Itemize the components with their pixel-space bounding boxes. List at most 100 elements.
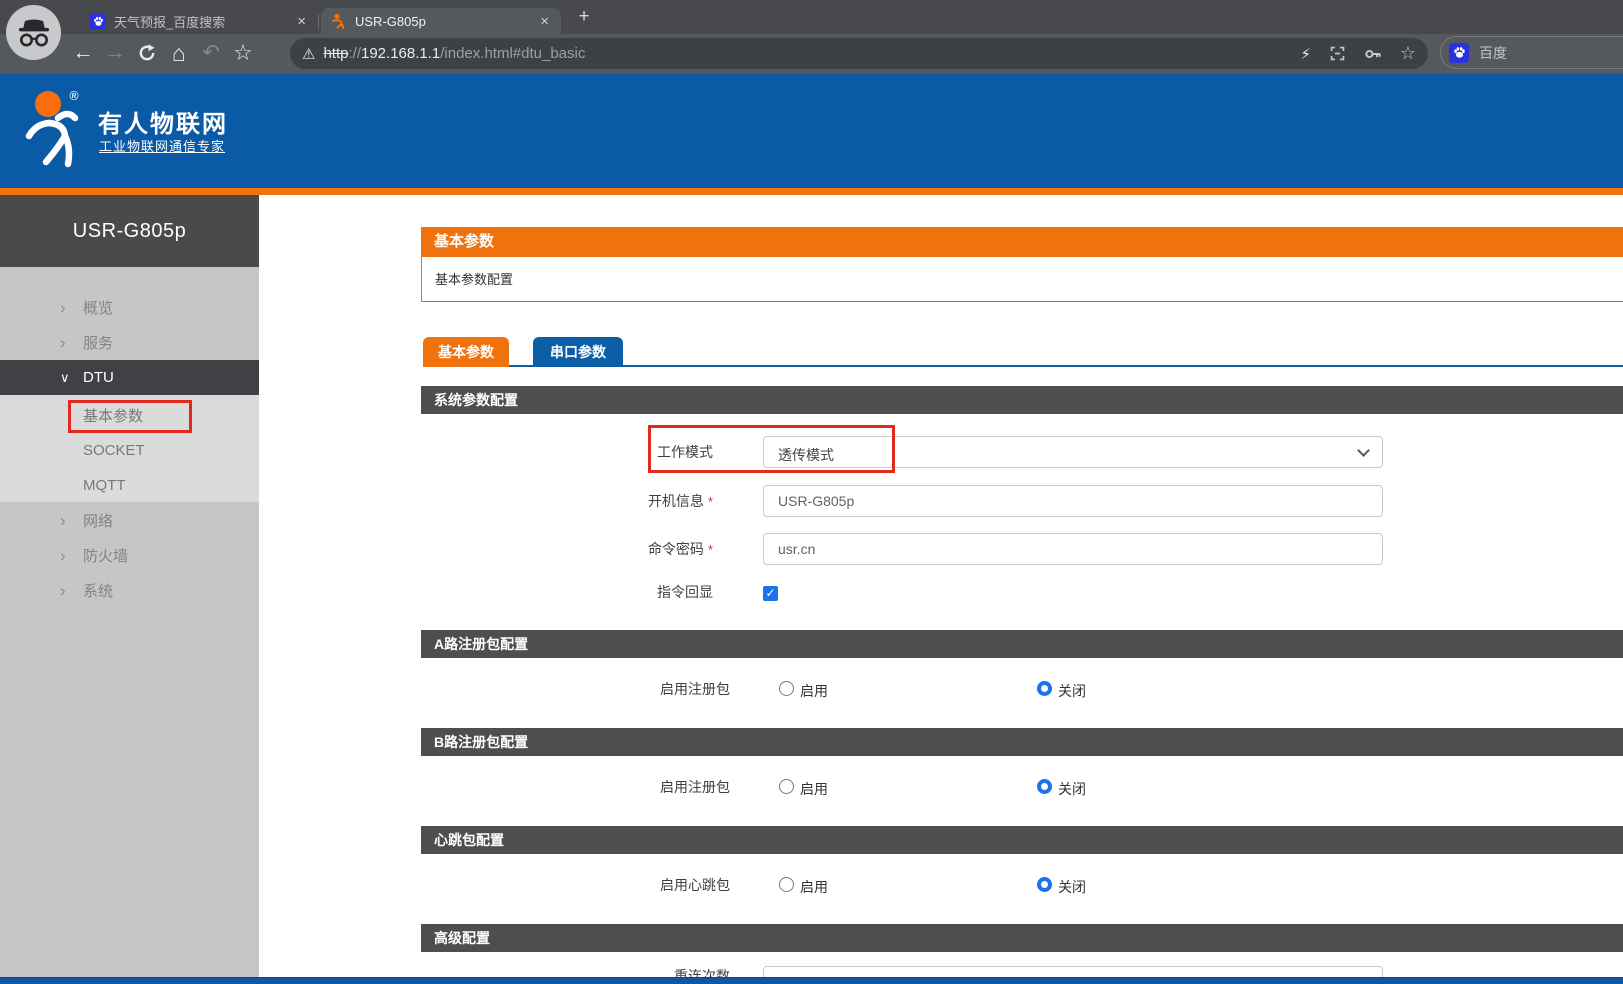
sidebar-item-overview[interactable]: › 概览 xyxy=(0,290,259,325)
boot-info-label: 开机信息 * xyxy=(559,485,713,517)
registered-mark: ® xyxy=(68,89,80,103)
chevron-right-icon: › xyxy=(60,512,76,529)
sidebar-item-dtu[interactable]: ∨ DTU xyxy=(0,360,259,395)
echo-checkbox[interactable]: ✓ xyxy=(763,586,778,601)
baidu-icon xyxy=(1449,43,1469,63)
annotation-box-work-mode xyxy=(648,425,895,473)
heartbeat-radio-disable[interactable] xyxy=(1037,877,1052,892)
undo-icon[interactable]: ↶ xyxy=(196,34,226,74)
sidebar: USR-G805p › 概览 › 服务 ∨ DTU 基本参数 SOCKET MQ… xyxy=(0,195,259,984)
reg-b-radio-enable-label[interactable]: 启用 xyxy=(800,779,828,799)
site-header: ® 有人物联网 工业物联网通信专家 xyxy=(0,74,1623,188)
select-chevron-icon xyxy=(1357,444,1370,457)
heartbeat-radio-enable-label[interactable]: 启用 xyxy=(800,877,828,897)
reg-a-radio-enable[interactable] xyxy=(779,681,794,696)
home-icon[interactable]: ⌂ xyxy=(164,34,194,74)
usr-favicon xyxy=(331,13,347,29)
sidebar-subitem-mqtt[interactable]: MQTT xyxy=(0,468,259,503)
capture-brackets-icon[interactable] xyxy=(1329,45,1346,62)
baidu-favicon xyxy=(90,13,106,29)
section-reg-a: A路注册包配置 xyxy=(421,630,1623,658)
url-scheme: http xyxy=(323,45,348,62)
reg-b-radio-enable[interactable] xyxy=(779,779,794,794)
back-icon[interactable]: ← xyxy=(68,34,98,74)
tab-title: USR-G805p xyxy=(355,14,530,29)
reg-b-enable-label: 启用注册包 xyxy=(539,778,730,796)
bookmark-star-icon[interactable]: ☆ xyxy=(228,34,258,74)
cmd-password-label-text: 命令密码 xyxy=(648,541,704,557)
section-heartbeat: 心跳包配置 xyxy=(421,826,1623,854)
device-title: USR-G805p xyxy=(0,195,259,267)
chevron-down-icon: ∨ xyxy=(60,371,76,384)
key-icon[interactable] xyxy=(1364,45,1382,63)
main-content: 基本参数 基本参数配置 基本参数 串口参数 系统参数配置 工作模式 透传模式 开… xyxy=(259,195,1623,984)
chevron-right-icon: › xyxy=(60,547,76,564)
sidebar-item-label: 概览 xyxy=(83,297,113,318)
boot-info-input[interactable] xyxy=(763,485,1383,517)
sidebar-subitem-label: MQTT xyxy=(83,477,126,494)
reg-a-enable-label: 启用注册包 xyxy=(539,680,730,698)
tab-usr-g805p[interactable]: USR-G805p × xyxy=(321,8,561,34)
url-path: /index.html#dtu_basic xyxy=(440,45,585,62)
heartbeat-radio-enable[interactable] xyxy=(779,877,794,892)
reg-b-radio-disable-label[interactable]: 关闭 xyxy=(1058,779,1086,799)
baidu-search-label: 百度 xyxy=(1479,43,1507,63)
address-bar[interactable]: ⚠ http://192.168.1.1/index.html#dtu_basi… xyxy=(290,38,1428,69)
sidebar-item-firewall[interactable]: › 防火墙 xyxy=(0,538,259,573)
sidebar-item-label: DTU xyxy=(83,369,114,386)
chevron-right-icon: › xyxy=(60,334,76,351)
tab-serial-params[interactable]: 串口参数 xyxy=(533,337,623,367)
section-reg-b: B路注册包配置 xyxy=(421,728,1623,756)
url-text[interactable]: http://192.168.1.1/index.html#dtu_basic xyxy=(323,45,1282,62)
url-separator: :// xyxy=(348,45,361,62)
forward-icon[interactable]: → xyxy=(100,34,130,74)
sidebar-item-system[interactable]: › 系统 xyxy=(0,573,259,608)
reg-a-radio-disable-label[interactable]: 关闭 xyxy=(1058,681,1086,701)
sidebar-item-label: 网络 xyxy=(83,510,113,531)
heartbeat-enable-label: 启用心跳包 xyxy=(539,876,730,894)
not-secure-warning-icon: ⚠ xyxy=(302,45,315,63)
required-asterisk: * xyxy=(708,494,713,509)
baidu-search-pill[interactable]: 百度 xyxy=(1440,36,1623,69)
reg-b-radio-disable[interactable] xyxy=(1037,779,1052,794)
browser-tab-strip: 天气预报_百度搜索 × USR-G805p × + xyxy=(0,0,1623,34)
tab-close-icon[interactable]: × xyxy=(538,13,551,30)
tab-basic-params[interactable]: 基本参数 xyxy=(423,337,509,367)
page-subtitle: 基本参数配置 xyxy=(421,257,1623,302)
sidebar-subitem-label: SOCKET xyxy=(83,442,145,459)
lightning-icon[interactable]: ⚡ xyxy=(1300,45,1311,63)
echo-label: 指令回显 xyxy=(559,581,713,603)
sidebar-item-label: 系统 xyxy=(83,580,113,601)
tab-weather-baidu[interactable]: 天气预报_百度搜索 × xyxy=(80,8,318,34)
favorite-star-icon[interactable]: ☆ xyxy=(1400,43,1416,64)
annotation-box-basic-params xyxy=(68,400,192,433)
brand-name: 有人物联网 xyxy=(98,104,228,139)
chevron-right-icon: › xyxy=(60,299,76,316)
url-host: 192.168.1.1 xyxy=(361,45,440,62)
brand-slogan: 工业物联网通信专家 xyxy=(99,136,225,155)
section-advanced: 高级配置 xyxy=(421,924,1623,952)
sidebar-item-network[interactable]: › 网络 xyxy=(0,503,259,538)
sidebar-subitem-socket[interactable]: SOCKET xyxy=(0,433,259,468)
reload-icon[interactable] xyxy=(132,34,162,74)
reg-a-radio-enable-label[interactable]: 启用 xyxy=(800,681,828,701)
usr-logo: ® xyxy=(22,84,88,174)
cmd-password-label: 命令密码 * xyxy=(559,533,713,565)
section-system-params: 系统参数配置 xyxy=(421,386,1623,414)
cmd-password-input[interactable] xyxy=(763,533,1383,565)
required-asterisk: * xyxy=(708,542,713,557)
reg-a-radio-disable[interactable] xyxy=(1037,681,1052,696)
sidebar-item-services[interactable]: › 服务 xyxy=(0,325,259,360)
heartbeat-radio-disable-label[interactable]: 关闭 xyxy=(1058,877,1086,897)
tab-title: 天气预报_百度搜索 xyxy=(114,12,287,31)
incognito-icon xyxy=(17,18,51,48)
incognito-badge[interactable] xyxy=(6,5,61,60)
sidebar-item-label: 服务 xyxy=(83,332,113,353)
new-tab-button[interactable]: + xyxy=(572,6,596,30)
header-orange-stripe xyxy=(0,188,1623,195)
chevron-right-icon: › xyxy=(60,582,76,599)
boot-info-label-text: 开机信息 xyxy=(648,493,704,509)
tab-close-icon[interactable]: × xyxy=(295,13,308,30)
bottom-blue-bar xyxy=(0,977,1623,984)
page-title: 基本参数 xyxy=(421,227,1623,257)
